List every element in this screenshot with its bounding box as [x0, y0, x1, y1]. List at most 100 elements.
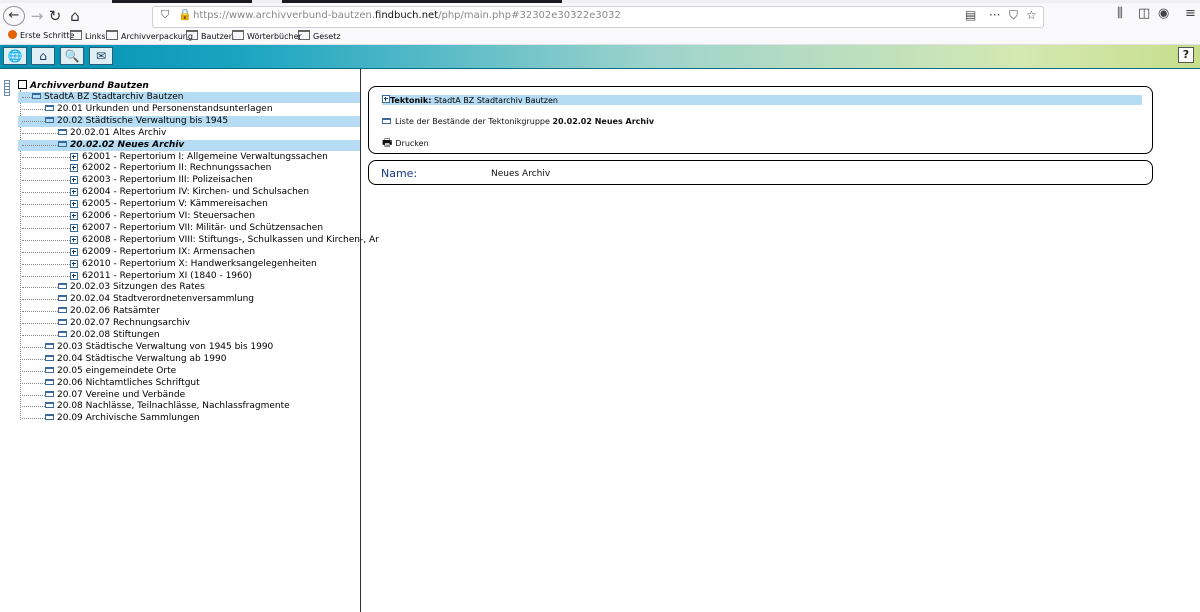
- globe-icon[interactable]: 🌐: [3, 47, 27, 65]
- bookmark-links[interactable]: Links: [70, 30, 106, 41]
- url-bar[interactable]: ⛉ 🔒 https://www.archivverbund-bautzen.fi…: [152, 6, 1044, 28]
- expand-plus-icon[interactable]: [70, 188, 80, 197]
- home-icon[interactable]: ⌂: [64, 6, 86, 26]
- expand-plus-icon[interactable]: [70, 200, 80, 209]
- mail-icon[interactable]: ✉: [89, 47, 113, 65]
- tree-item[interactable]: 20.03 Städtische Verwaltung von 1945 bis…: [18, 342, 360, 353]
- resize-handle[interactable]: [4, 80, 10, 96]
- tree-item-label: 20.02.08 Stiftungen: [70, 330, 160, 340]
- tree-item-label: 62009 - Repertorium IX: Armensachen: [82, 246, 256, 257]
- tree-item-label: 62004 - Repertorium IV: Kirchen- und Sch…: [82, 187, 310, 198]
- list-link[interactable]: Liste der Bestände der Tektonikgruppe 20…: [382, 117, 654, 126]
- tree-item[interactable]: 20.02.02 Neues Archiv: [18, 139, 360, 151]
- expand-plus-icon[interactable]: [382, 95, 390, 103]
- library-icon[interactable]: ⫼: [1117, 6, 1123, 21]
- expand-plus-icon[interactable]: [70, 212, 80, 220]
- tree-connector: [22, 239, 70, 241]
- expand-plus-icon[interactable]: [70, 223, 80, 232]
- print-link[interactable]: 🖶 Drucken: [382, 134, 429, 153]
- expand-plus-icon[interactable]: [70, 235, 80, 244]
- folder-icon: [58, 295, 68, 303]
- tree-item[interactable]: 20.02 Städtische Verwaltung bis 1945: [18, 115, 360, 127]
- folder-icon: [58, 283, 68, 291]
- tree-item[interactable]: 20.02.08 Stiftungen: [18, 330, 360, 341]
- home-icon[interactable]: ⌂: [31, 47, 55, 65]
- tree-connector: [22, 120, 45, 122]
- expand-plus-icon[interactable]: [70, 271, 80, 280]
- expand-plus-icon[interactable]: [70, 152, 80, 161]
- folder-icon: [186, 30, 198, 40]
- tree-item[interactable]: 62006 - Repertorium VI: Steuersachen: [18, 211, 360, 222]
- search-icon[interactable]: 🔍: [60, 47, 84, 65]
- tree-item[interactable]: 20.04 Städtische Verwaltung ab 1990: [18, 354, 360, 365]
- root-box-icon: [18, 80, 27, 89]
- more-actions-icon[interactable]: ···: [989, 8, 1000, 22]
- expand-plus-icon[interactable]: [70, 247, 80, 256]
- tree-item[interactable]: 62010 - Repertorium X: Handwerksangelege…: [18, 259, 360, 270]
- tree-item[interactable]: StadtA BZ Stadtarchiv Bautzen: [18, 92, 360, 103]
- tree-item[interactable]: 62003 - Repertorium III: Polizeisachen: [18, 175, 360, 186]
- tree-item-label: 20.02.02 Neues Archiv: [70, 139, 185, 150]
- tree-connector: [22, 156, 70, 158]
- tree-item[interactable]: 20.09 Archivische Sammlungen: [18, 413, 360, 424]
- bookmark-gesetz[interactable]: Gesetz: [298, 30, 341, 41]
- account-icon[interactable]: ◉: [1158, 6, 1169, 21]
- tree-item[interactable]: 20.08 Nachlässe, Teilnachlässe, Nachlass…: [18, 401, 360, 412]
- name-panel: Name: Neues Archiv: [368, 160, 1153, 185]
- back-arrow-icon[interactable]: ←: [3, 6, 25, 26]
- help-button[interactable]: ?: [1178, 47, 1194, 63]
- pocket-icon[interactable]: ⛉: [1009, 8, 1018, 23]
- tree-item-label: 20.07 Vereine und Verbände: [57, 389, 186, 400]
- bookmark-woerterbuecher[interactable]: Wörterbücher: [232, 30, 302, 41]
- tree-item[interactable]: 62004 - Repertorium IV: Kirchen- und Sch…: [18, 187, 360, 198]
- tree-item[interactable]: 20.02.01 Altes Archiv: [18, 128, 360, 139]
- sidebar-icon[interactable]: ◫: [1138, 6, 1150, 21]
- name-value: Neues Archiv: [491, 169, 551, 179]
- folder-icon: [106, 30, 118, 40]
- tree-item[interactable]: 62001 - Repertorium I: Allgemeine Verwal…: [18, 152, 360, 163]
- tree-item[interactable]: 62011 - Repertorium XI (1840 - 1960): [18, 271, 360, 282]
- url-text: https://www.archivverbund-bautzen.findbu…: [193, 10, 621, 21]
- tree-item[interactable]: 20.01 Urkunden und Personenstandsunterla…: [18, 104, 360, 115]
- tree-item[interactable]: 62005 - Repertorium V: Kämmereisachen: [18, 199, 360, 210]
- tree-connector: [22, 263, 70, 265]
- expand-plus-icon[interactable]: [70, 259, 80, 268]
- tree-item-label: 20.09 Archivische Sammlungen: [57, 413, 200, 424]
- bookmark-star-icon[interactable]: ☆: [1026, 8, 1037, 22]
- tree-item-label: 20.02.04 Stadtverordnetenversammlung: [70, 294, 254, 305]
- tree-item[interactable]: 62002 - Repertorium II: Rechnungssachen: [18, 163, 360, 174]
- tree-item[interactable]: 20.02.04 Stadtverordnetenversammlung: [18, 294, 360, 305]
- tree-connector: [22, 204, 70, 206]
- tree-connector: [22, 97, 32, 98]
- firefox-icon: [8, 30, 17, 39]
- folder-open-icon: [45, 116, 55, 125]
- bookmark-bautzen[interactable]: Bautzen: [186, 30, 234, 41]
- tektonik-bar[interactable]: Tektonik: StadtA BZ Stadtarchiv Bautzen: [382, 95, 1142, 105]
- bookmark-erste-schritte[interactable]: Erste Schritte: [8, 30, 74, 40]
- reload-icon[interactable]: ↻: [44, 6, 66, 26]
- menu-icon[interactable]: ≡: [1185, 6, 1196, 21]
- expand-plus-icon[interactable]: [70, 176, 80, 185]
- tree-item[interactable]: 20.05 eingemeindete Orte: [18, 366, 360, 377]
- tree-item[interactable]: 20.07 Vereine und Verbände: [18, 390, 360, 401]
- tree-connector: [22, 132, 58, 134]
- tree-item[interactable]: 62009 - Repertorium IX: Armensachen: [18, 247, 360, 258]
- tree-item-label: 20.02.03 Sitzungen des Rates: [70, 282, 205, 293]
- reader-view-icon[interactable]: ▤: [965, 8, 976, 22]
- tree-item-label: 62008 - Repertorium VIII: Stiftungs-, Sc…: [82, 234, 379, 245]
- tree-root[interactable]: Archivverbund Bautzen: [18, 80, 149, 91]
- tree-connector: [22, 358, 45, 360]
- tree-item[interactable]: 20.02.06 Ratsämter: [18, 306, 360, 317]
- tree-item[interactable]: 20.02.03 Sitzungen des Rates: [18, 282, 360, 293]
- folder-open-icon: [32, 93, 42, 101]
- tree-item[interactable]: 20.02.07 Rechnungsarchiv: [18, 318, 360, 329]
- tree-connector: [22, 370, 45, 372]
- tree-item[interactable]: 20.06 Nichtamtliches Schriftgut: [18, 378, 360, 389]
- expand-plus-icon[interactable]: [70, 164, 80, 173]
- tree-connector: [22, 108, 45, 110]
- tree-item[interactable]: 62008 - Repertorium VIII: Stiftungs-, Sc…: [18, 235, 379, 246]
- tree-item-label: StadtA BZ Stadtarchiv Bautzen: [44, 92, 184, 102]
- tree-connector: [22, 382, 45, 384]
- tree-item[interactable]: 62007 - Repertorium VII: Militär- und Sc…: [18, 223, 360, 234]
- bookmark-archivverpackung[interactable]: Archivverpackung: [106, 30, 193, 41]
